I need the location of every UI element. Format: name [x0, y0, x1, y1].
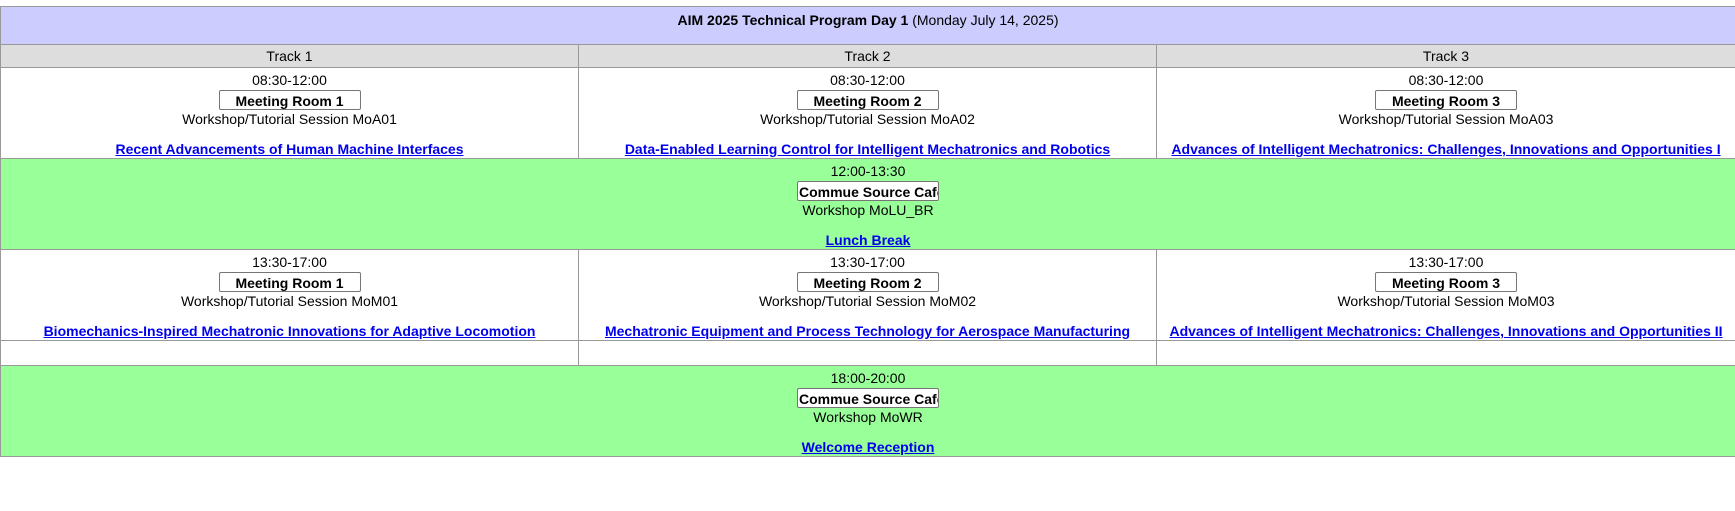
empty-cell [1155, 340, 1735, 366]
session-title-link[interactable]: Recent Advancements of Human Machine Int… [1, 141, 578, 158]
schedule-header: AIM 2025 Technical Program Day 1 (Monday… [0, 6, 1735, 45]
empty-cell [0, 340, 579, 366]
session-code: Workshop/Tutorial Session MoA03 [1338, 111, 1554, 127]
session-title-link[interactable]: Biomechanics-Inspired Mechatronic Innova… [1, 323, 578, 340]
empty-cell [578, 340, 1157, 366]
session-time: 13:30-17:00 [252, 254, 327, 270]
session-time: 08:30-12:00 [1408, 72, 1484, 88]
welcome-reception-cell: 18:00-20:00 Commue Source Cafe Workshop … [0, 365, 1735, 457]
session-code: Workshop MoLU_BR [802, 202, 934, 218]
session-cell-moa03: 08:30-12:00 Meeting Room 3 Workshop/Tuto… [1155, 67, 1735, 159]
session-title-link[interactable]: Mechatronic Equipment and Process Techno… [579, 323, 1156, 340]
session-cell-moa02: 08:30-12:00 Meeting Room 2 Workshop/Tuto… [578, 67, 1157, 159]
session-cell-mom02: 13:30-17:00 Meeting Room 2 Workshop/Tuto… [578, 249, 1157, 341]
session-time: 12:00-13:30 [830, 163, 906, 179]
schedule-table: AIM 2025 Technical Program Day 1 (Monday… [0, 6, 1735, 457]
session-cell-mom01: 13:30-17:00 Meeting Room 1 Workshop/Tuto… [0, 249, 579, 341]
session-code: Workshop/Tutorial Session MoM03 [1337, 293, 1555, 309]
page-title: AIM 2025 Technical Program Day 1 [677, 12, 909, 28]
session-title-link[interactable]: Advances of Intelligent Mechatronics: Ch… [1157, 323, 1735, 340]
session-cell-mom03: 13:30-17:00 Meeting Room 3 Workshop/Tuto… [1155, 249, 1735, 341]
session-code: Workshop/Tutorial Session MoM01 [180, 293, 399, 309]
room-button[interactable]: Meeting Room 2 [796, 272, 939, 292]
session-title-link[interactable]: Advances of Intelligent Mechatronics: Ch… [1157, 141, 1735, 158]
session-cell-moa01: 08:30-12:00 Meeting Room 1 Workshop/Tuto… [0, 67, 579, 159]
room-button[interactable]: Commue Source Cafe [797, 181, 939, 201]
session-time: 13:30-17:00 [1408, 254, 1484, 270]
track-header-3: Track 3 [1155, 44, 1735, 68]
room-button[interactable]: Meeting Room 1 [218, 272, 361, 292]
session-title-link[interactable]: Data-Enabled Learning Control for Intell… [579, 141, 1156, 158]
session-code: Workshop/Tutorial Session MoA02 [760, 111, 975, 127]
session-time: 08:30-12:00 [830, 72, 905, 88]
program-schedule: AIM 2025 Technical Program Day 1 (Monday… [0, 6, 1735, 457]
room-button[interactable]: Meeting Room 3 [1375, 272, 1517, 292]
track-header-2: Track 2 [578, 44, 1157, 68]
room-button[interactable]: Meeting Room 3 [1375, 90, 1517, 110]
session-code: Workshop/Tutorial Session MoM02 [758, 293, 977, 309]
session-code: Workshop MoWR [813, 409, 923, 425]
session-title-link[interactable]: Lunch Break [1, 232, 1735, 249]
page-date: (Monday July 14, 2025) [908, 12, 1059, 28]
room-button[interactable]: Meeting Room 1 [218, 90, 361, 110]
session-time: 13:30-17:00 [830, 254, 905, 270]
session-code: Workshop/Tutorial Session MoA01 [182, 111, 397, 127]
session-time: 18:00-20:00 [830, 370, 906, 386]
room-button[interactable]: Meeting Room 2 [796, 90, 939, 110]
room-button[interactable]: Commue Source Cafe [797, 388, 939, 408]
session-title-link[interactable]: Welcome Reception [1, 439, 1735, 456]
track-header-1: Track 1 [0, 44, 579, 68]
lunch-break-cell: 12:00-13:30 Commue Source Cafe Workshop … [0, 158, 1735, 250]
session-time: 08:30-12:00 [252, 72, 327, 88]
